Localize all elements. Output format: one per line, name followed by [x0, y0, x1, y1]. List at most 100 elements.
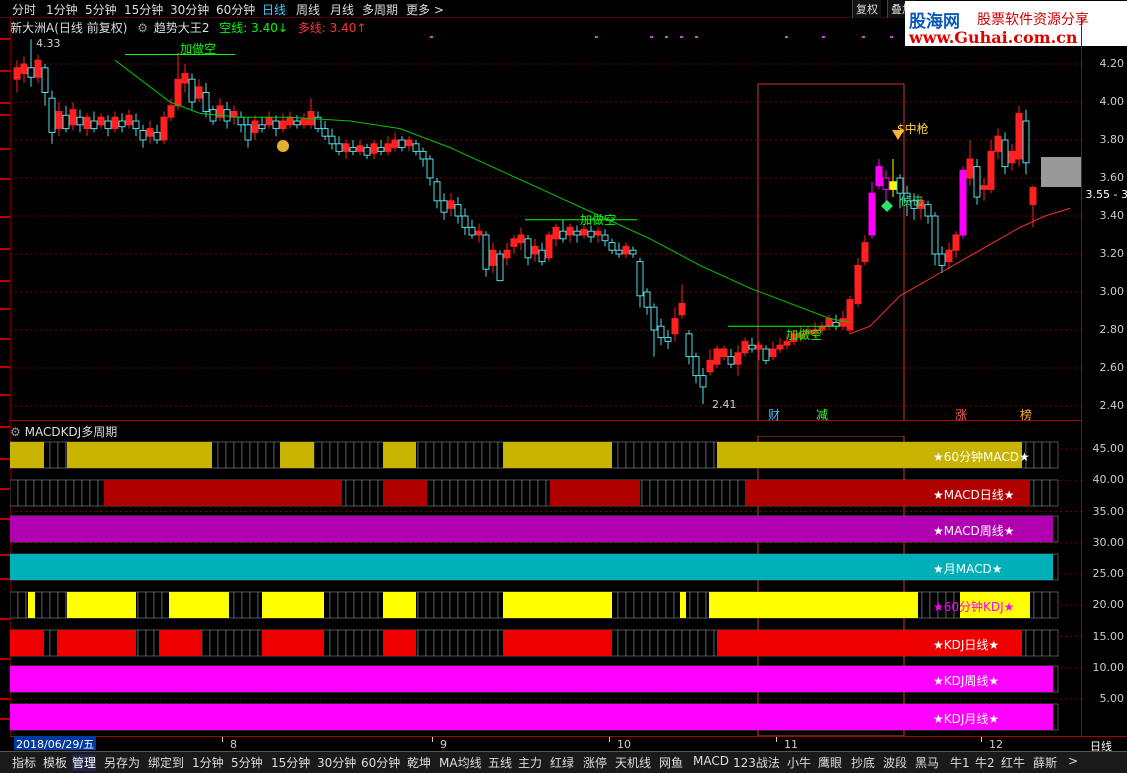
side-tab-mark[interactable] [0, 102, 10, 104]
side-tab-mark[interactable] [0, 426, 10, 428]
tab-7[interactable]: 15分钟 [271, 754, 310, 771]
tab-8[interactable]: 30分钟 [317, 754, 356, 771]
tab-28[interactable]: 薛斯 [1033, 754, 1057, 771]
side-tab-mark[interactable] [0, 38, 10, 40]
side-tab-mark[interactable] [0, 554, 10, 556]
tab-27[interactable]: 红牛 [1001, 754, 1025, 771]
jian-marker: 减 [816, 408, 829, 422]
timeframe-0[interactable]: 分时 [12, 1, 36, 18]
tab-24[interactable]: 黑马 [915, 754, 939, 771]
signal-cell-on [383, 630, 416, 656]
tab-19[interactable]: 123战法 [733, 754, 780, 771]
tab-15[interactable]: 涨停 [583, 754, 607, 771]
side-tab-mark[interactable] [0, 114, 10, 116]
selection-window[interactable] [757, 83, 905, 420]
candle-body [125, 114, 133, 126]
tab-16[interactable]: 天机线 [615, 754, 651, 771]
pane-divider[interactable] [10, 420, 1081, 421]
tab-21[interactable]: 鹰眼 [818, 754, 842, 771]
side-tab-mark[interactable] [0, 488, 10, 490]
side-tab-mark[interactable] [0, 658, 10, 660]
timeframe-6[interactable]: 日线 [262, 1, 286, 18]
signal-cell-off [473, 479, 483, 507]
side-tab-mark[interactable] [0, 458, 10, 460]
timeframe-4[interactable]: 30分钟 [170, 1, 209, 18]
tab-3[interactable]: 另存为 [104, 754, 140, 771]
timeframe-3[interactable]: 15分钟 [124, 1, 163, 18]
side-tab-mark[interactable] [0, 216, 10, 218]
signal-cell-off [361, 629, 371, 657]
tab-4[interactable]: 绑定到 [148, 754, 184, 771]
side-tab-mark[interactable] [0, 718, 10, 720]
signal-cell-off [137, 629, 147, 657]
signal-cell-off [649, 441, 659, 469]
side-tab-mark[interactable] [0, 148, 10, 150]
side-tab-mark[interactable] [0, 248, 10, 250]
timeframe-7[interactable]: 周线 [296, 1, 320, 18]
timeframe-8[interactable]: 月线 [330, 1, 354, 18]
side-tab-mark[interactable] [0, 698, 10, 700]
tab-13[interactable]: 主力 [518, 754, 542, 771]
tab-17[interactable]: 网鱼 [659, 754, 683, 771]
logo-line2: 股票软件资源分享 [977, 12, 1089, 28]
candlestick-chart[interactable] [10, 36, 1081, 420]
signal-row-label-7: ★KDJ月线★ [933, 712, 1000, 726]
side-tab-mark[interactable] [0, 280, 10, 282]
side-tab-mark[interactable] [0, 308, 10, 310]
add-short-label-1: 加做空 [180, 42, 217, 56]
signal-cell-off [481, 629, 491, 657]
candle-body [20, 63, 28, 74]
side-tab-mark[interactable] [0, 394, 10, 396]
timeframe-1[interactable]: 1分钟 [46, 1, 78, 18]
tab-11[interactable]: MA均线 [439, 754, 482, 771]
signal-cell-off [657, 629, 667, 657]
indicator-name[interactable]: 趋势大王2 [154, 21, 210, 35]
tab-0[interactable]: 指标 [12, 754, 36, 771]
tab-2[interactable]: 管理 [72, 754, 97, 771]
tab-22[interactable]: 抄底 [851, 754, 875, 771]
side-tab-mark[interactable] [0, 70, 10, 72]
signal-cell-off [689, 441, 699, 469]
tab-5[interactable]: 1分钟 [192, 754, 224, 771]
toolbar-button-0[interactable]: 复权 [852, 0, 881, 18]
timeframe-10[interactable]: 更多 > [406, 1, 444, 18]
tab-25[interactable]: 牛1 [950, 754, 970, 771]
candle-body [391, 139, 399, 149]
timeframe-5[interactable]: 60分钟 [216, 1, 255, 18]
tab-23[interactable]: 波段 [883, 754, 907, 771]
side-tab-mark[interactable] [0, 366, 10, 368]
candle-body [615, 249, 623, 255]
side-tab-mark[interactable] [0, 178, 10, 180]
tab-9[interactable]: 60分钟 [361, 754, 400, 771]
macd-kdj-panel[interactable] [10, 436, 1081, 736]
timeframe-9[interactable]: 多周期 [362, 1, 398, 18]
side-tab-mark[interactable] [0, 518, 10, 520]
timeframe-2[interactable]: 5分钟 [85, 1, 117, 18]
tab-1[interactable]: 模板 [43, 754, 67, 771]
tab-10[interactable]: 乾坤 [407, 754, 431, 771]
signal-cell-off [721, 479, 731, 507]
signal-cell-on [503, 592, 612, 618]
tab-20[interactable]: 小牛 [787, 754, 811, 771]
signal-cell-on [10, 666, 1053, 692]
signal-cell-off [529, 479, 539, 507]
candle-body [924, 204, 932, 217]
signal-cell-off [1049, 441, 1059, 469]
tab-scroll-right-icon[interactable]: > [1068, 754, 1078, 768]
side-tab-mark[interactable] [0, 338, 10, 340]
signal-dot [695, 36, 698, 38]
price-axis: 4.20 4.00 3.80 3.60 3.40 3.20 3.00 2.80 2.60 2.40… [1081, 18, 1127, 736]
signal-cell-off [337, 629, 347, 657]
candle-body [356, 145, 364, 152]
tab-14[interactable]: 红绿 [550, 754, 574, 771]
settings-gear-icon[interactable]: ⚙ [137, 21, 148, 35]
tab-18[interactable]: MACD [693, 754, 729, 768]
candle-body [335, 143, 343, 152]
tab-26[interactable]: 牛2 [975, 754, 995, 771]
side-tab-mark[interactable] [0, 578, 10, 580]
tab-12[interactable]: 五线 [488, 754, 512, 771]
side-tab-mark[interactable] [0, 618, 10, 620]
signal-cell-off [249, 441, 259, 469]
tab-6[interactable]: 5分钟 [231, 754, 263, 771]
signal-cell-on [57, 630, 136, 656]
